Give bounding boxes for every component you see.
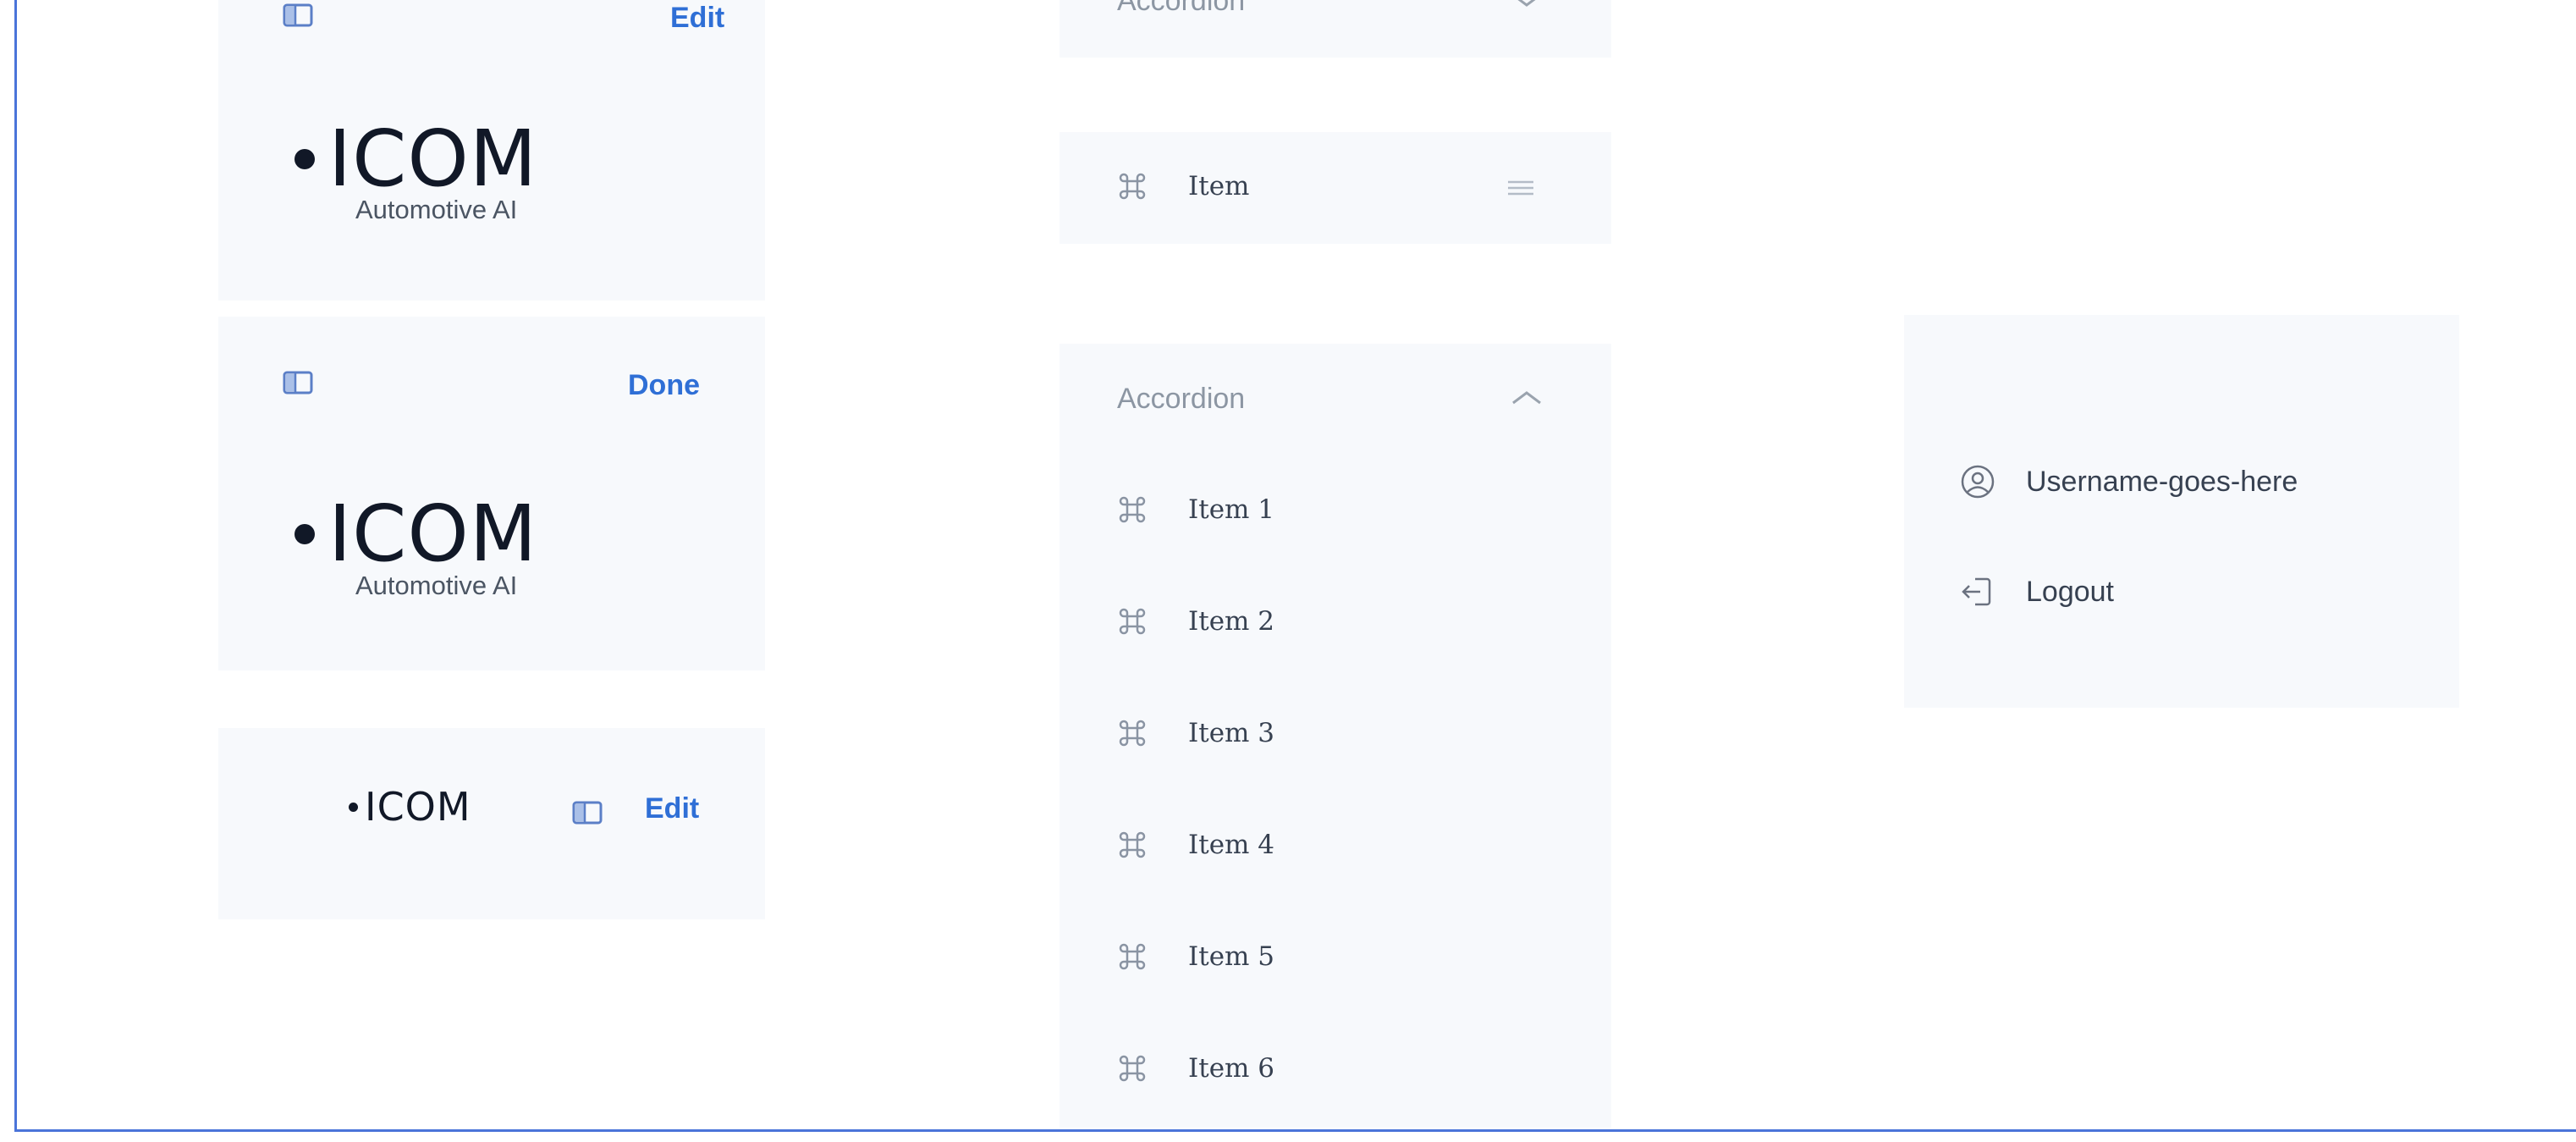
sidebar-toggle-icon[interactable]	[283, 371, 313, 394]
sidebar-toggle-icon[interactable]	[572, 801, 603, 825]
logo-wordmark: ICOM	[328, 113, 538, 204]
item-label: Item 6	[1188, 1053, 1275, 1084]
done-button[interactable]: Done	[628, 369, 700, 402]
list-item[interactable]: Item 4	[1115, 828, 1274, 862]
accordion-collapsed[interactable]: Accordion	[1060, 0, 1611, 58]
user-menu-card: Username-goes-here Logout	[1904, 315, 2459, 708]
edit-button[interactable]: Edit	[645, 792, 699, 825]
item-label: Item 3	[1188, 718, 1275, 748]
list-item[interactable]: Item 2	[1115, 604, 1274, 638]
drag-handle-icon[interactable]	[1506, 179, 1535, 201]
list-item[interactable]: Item 6	[1115, 1051, 1274, 1085]
icom-logo: ICOM	[294, 495, 537, 573]
sidebar-header-card-edit: Edit ICOM Automotive AI	[218, 0, 765, 301]
icom-logo: ICOM	[294, 120, 537, 198]
logo-subtitle: Automotive AI	[355, 571, 518, 600]
accordion-label[interactable]: Accordion	[1117, 383, 1245, 416]
logout-icon	[1960, 574, 1995, 610]
command-icon	[1115, 940, 1149, 974]
command-icon	[1115, 828, 1149, 862]
item-label: Item 4	[1188, 830, 1275, 860]
logout-label: Logout	[2026, 575, 2114, 608]
logo-dot-icon	[294, 149, 315, 169]
command-icon	[1115, 604, 1149, 638]
item-label: Item	[1188, 171, 1250, 201]
list-item[interactable]: Item 3	[1115, 716, 1274, 750]
username-row[interactable]: Username-goes-here	[1960, 464, 2298, 499]
logo-wordmark: ICOM	[328, 488, 538, 579]
sidebar-header-card-done: Done ICOM Automotive AI	[218, 317, 765, 670]
accordion-label: Accordion	[1117, 0, 1246, 17]
username-label: Username-goes-here	[2026, 465, 2298, 498]
accordion-expanded: Accordion Item 1 Item 2 Item 3 Item 4 It…	[1060, 344, 1611, 1128]
item-label: Item 2	[1188, 606, 1275, 637]
list-item[interactable]: Item 1	[1115, 493, 1274, 527]
item-label: Item 1	[1188, 494, 1275, 525]
command-icon	[1115, 716, 1149, 750]
icom-logo-small: ICOM	[349, 787, 471, 826]
chevron-up-icon[interactable]	[1510, 389, 1544, 411]
user-circle-icon	[1960, 464, 1995, 499]
command-icon	[1115, 169, 1149, 203]
sidebar-header-card-compact: ICOM Edit	[218, 728, 765, 919]
logo-dot-icon	[349, 802, 358, 812]
logo-wordmark: ICOM	[365, 784, 471, 830]
sidebar-toggle-icon[interactable]	[283, 3, 313, 27]
command-icon	[1115, 493, 1149, 527]
list-item[interactable]: Item 5	[1115, 940, 1274, 974]
nav-item-card[interactable]: Item	[1060, 132, 1611, 244]
logo-dot-icon	[294, 524, 315, 544]
command-icon	[1115, 1051, 1149, 1085]
list-item[interactable]: Item	[1115, 169, 1249, 203]
logout-row[interactable]: Logout	[1960, 574, 2114, 610]
logo-subtitle: Automotive AI	[355, 195, 518, 224]
item-label: Item 5	[1188, 941, 1275, 972]
chevron-down-icon[interactable]	[1510, 0, 1544, 13]
edit-button[interactable]: Edit	[670, 2, 724, 35]
